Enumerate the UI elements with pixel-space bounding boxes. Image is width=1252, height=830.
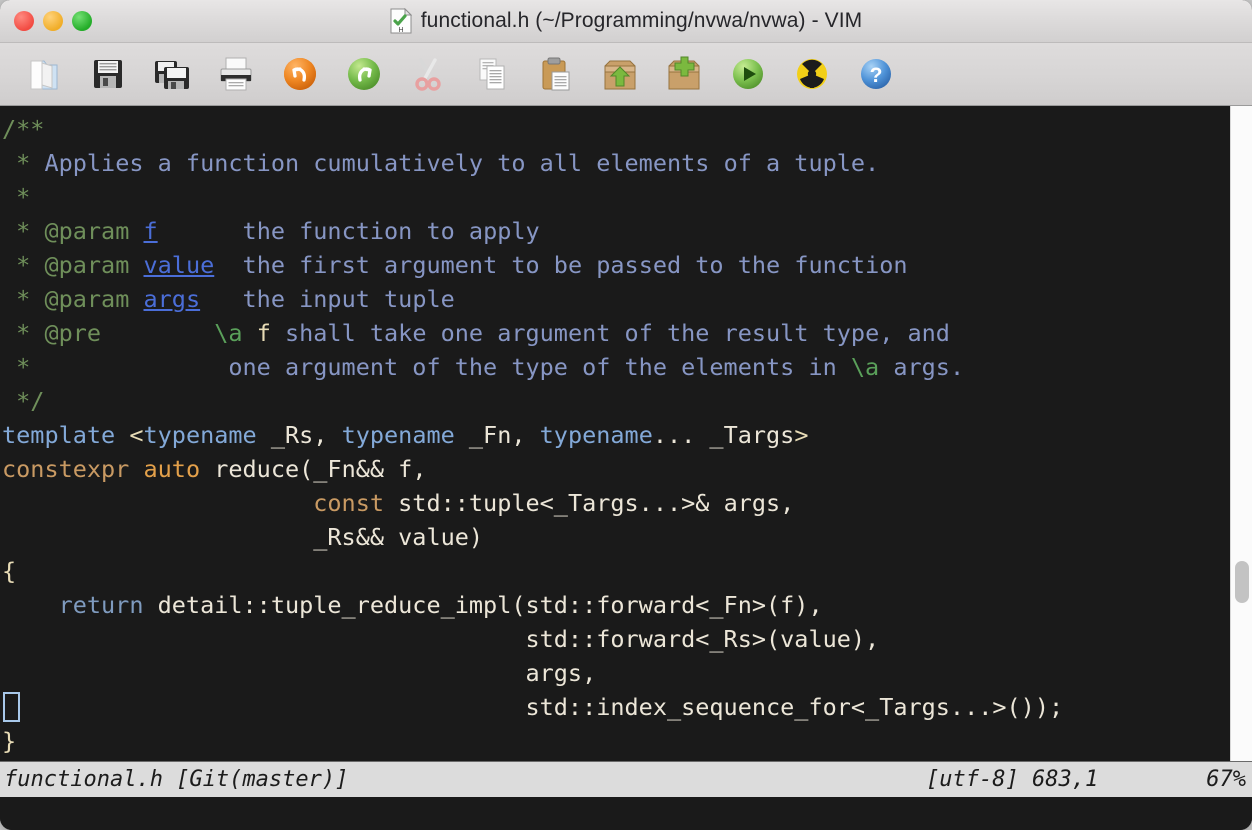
command-line[interactable] xyxy=(0,797,1252,830)
code-line: * @pre \a f shall take one argument of t… xyxy=(2,319,950,347)
print-button[interactable] xyxy=(204,46,268,102)
scrollbar-thumb[interactable] xyxy=(1235,561,1249,603)
status-line: functional.h [Git(master)] [utf-8] 683,1… xyxy=(0,761,1252,797)
code-line: * @param args the input tuple xyxy=(2,285,455,313)
open-file-button[interactable] xyxy=(12,46,76,102)
paste-icon xyxy=(535,53,577,95)
code-line: * @param f the function to apply xyxy=(2,217,540,245)
code-line: constexpr auto reduce(_Fn&& f, xyxy=(2,455,427,483)
make-button[interactable] xyxy=(780,46,844,102)
code-line: * @param value the first argument to be … xyxy=(2,251,908,279)
cut-icon xyxy=(407,53,449,95)
h-header-file-icon: H xyxy=(390,8,412,34)
help-icon: ? xyxy=(855,53,897,95)
run-script-icon xyxy=(727,53,769,95)
code-line: { xyxy=(2,557,17,585)
copy-icon xyxy=(471,53,513,95)
code-line: const std::tuple<_Targs...>& args, xyxy=(313,489,795,517)
code-line: _Rs&& value) xyxy=(2,523,484,551)
title-bar: H functional.h (~/Programming/nvwa/nvwa)… xyxy=(0,0,1252,43)
code-line: std::forward<_Rs>(value), xyxy=(2,625,880,653)
save-session-icon xyxy=(663,53,705,95)
save-file-button[interactable] xyxy=(76,46,140,102)
redo-icon xyxy=(343,53,385,95)
undo-button[interactable] xyxy=(268,46,332,102)
close-button[interactable] xyxy=(14,11,34,31)
save-file-icon xyxy=(87,53,129,95)
minimize-button[interactable] xyxy=(43,11,63,31)
redo-button[interactable] xyxy=(332,46,396,102)
status-percent: 67% xyxy=(1206,767,1246,792)
code-line: /** xyxy=(2,115,45,143)
window-title: functional.h (~/Programming/nvwa/nvwa) -… xyxy=(420,9,863,32)
save-all-button[interactable] xyxy=(140,46,204,102)
code-line: template <typename _Rs, typename _Fn, ty… xyxy=(2,421,809,449)
window-controls xyxy=(14,0,92,42)
svg-text:?: ? xyxy=(870,64,883,87)
load-session-button[interactable] xyxy=(588,46,652,102)
paste-button[interactable] xyxy=(524,46,588,102)
run-script-button[interactable] xyxy=(716,46,780,102)
window-title-group: H functional.h (~/Programming/nvwa/nvwa)… xyxy=(390,8,862,34)
editor-buffer[interactable]: /** * Applies a function cumulatively to… xyxy=(0,106,1252,761)
print-icon xyxy=(215,53,257,95)
load-session-icon xyxy=(599,53,641,95)
save-session-button[interactable] xyxy=(652,46,716,102)
cut-button[interactable] xyxy=(396,46,460,102)
svg-text:H: H xyxy=(398,27,403,34)
status-encoding-position: [utf-8] 683,1 xyxy=(926,767,1099,792)
code-line: return detail::tuple_reduce_impl(std::fo… xyxy=(58,591,823,619)
code-line: * one argument of the type of the elemen… xyxy=(2,353,965,381)
toolbar: ? xyxy=(0,43,1252,106)
vim-window: H functional.h (~/Programming/nvwa/nvwa)… xyxy=(0,0,1252,830)
maximize-button[interactable] xyxy=(72,11,92,31)
code-line: */ xyxy=(2,387,45,415)
save-all-icon xyxy=(151,53,193,95)
source-code: /** * Applies a function cumulatively to… xyxy=(0,106,1063,758)
help-button[interactable]: ? xyxy=(844,46,908,102)
undo-icon xyxy=(279,53,321,95)
code-line: * xyxy=(2,183,31,211)
open-file-icon xyxy=(23,53,65,95)
code-line: * Applies a function cumulatively to all… xyxy=(2,149,880,177)
make-icon xyxy=(791,53,833,95)
text-cursor xyxy=(3,692,20,722)
code-line: args, xyxy=(2,659,597,687)
code-line: std::index_sequence_for<_Targs...>()); xyxy=(2,693,1064,721)
copy-button[interactable] xyxy=(460,46,524,102)
status-file-info: functional.h [Git(master)] xyxy=(4,767,349,792)
code-line: } xyxy=(2,727,17,755)
vertical-scrollbar[interactable] xyxy=(1230,106,1252,761)
